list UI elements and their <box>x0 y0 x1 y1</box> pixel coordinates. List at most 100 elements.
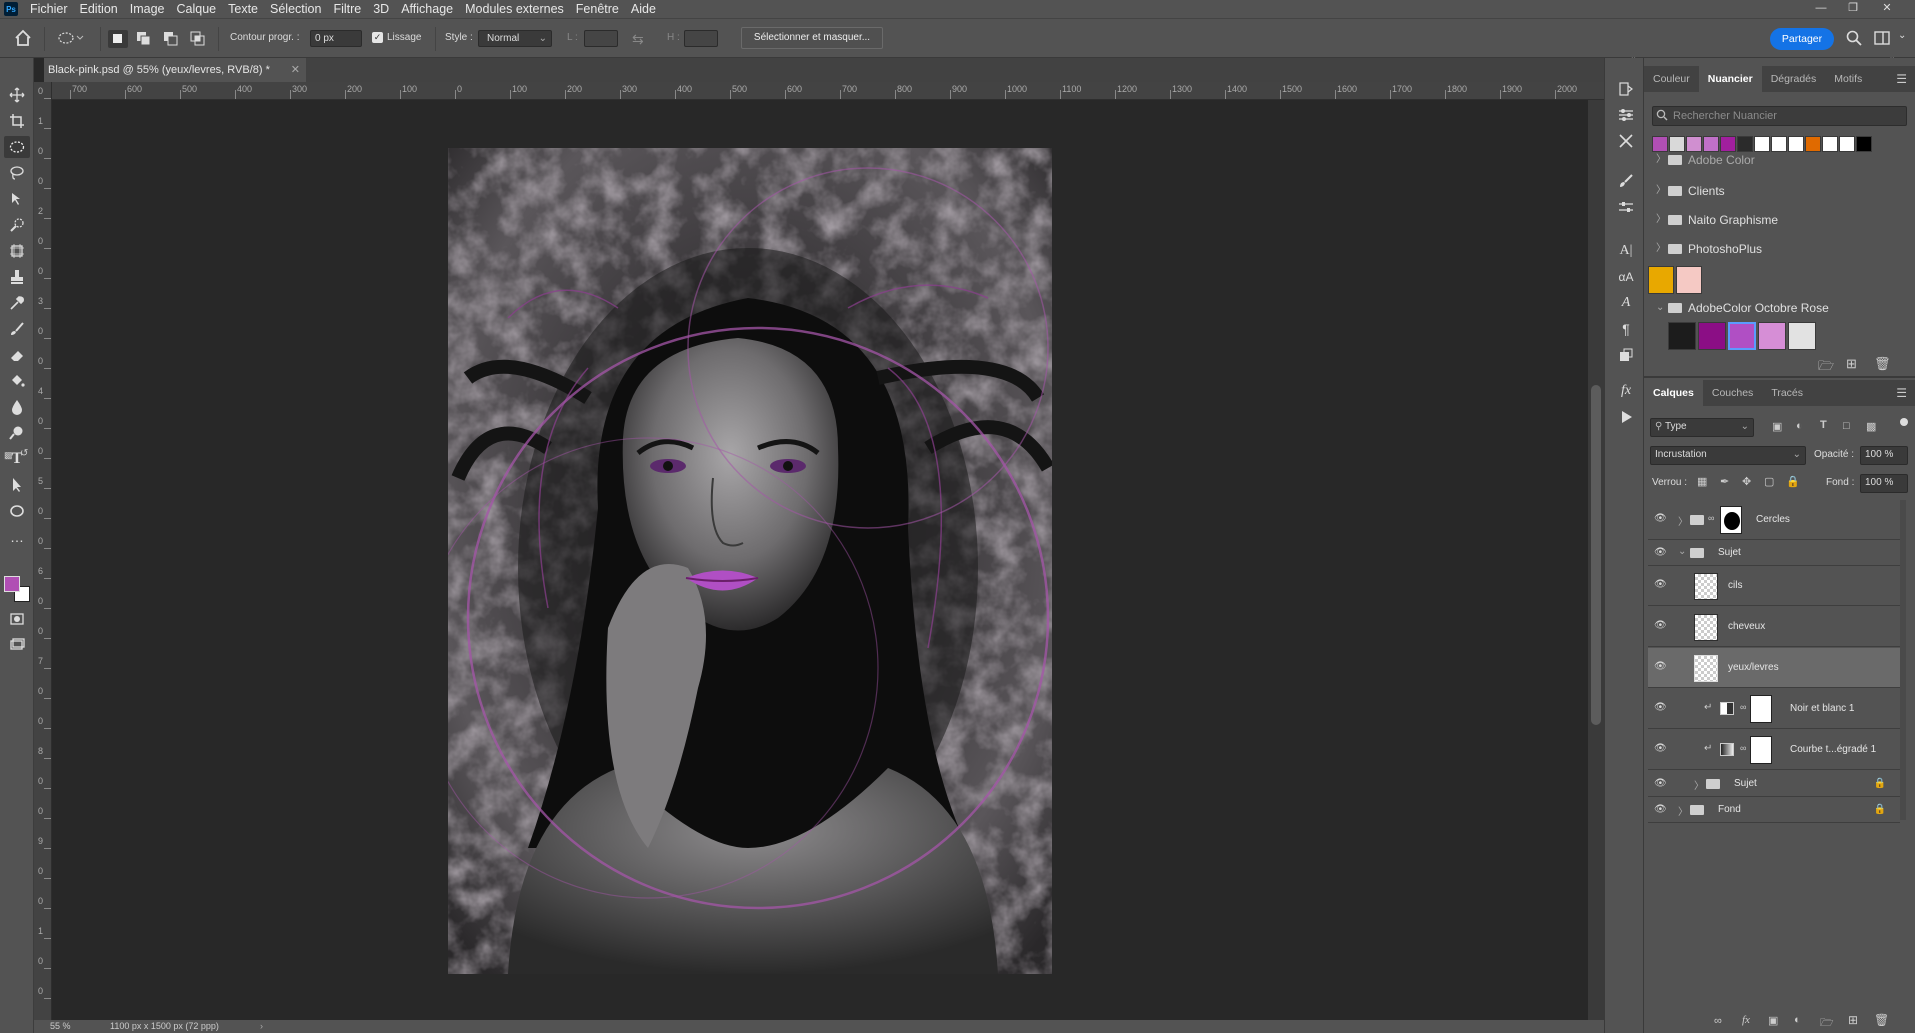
path-selection-tool-icon[interactable] <box>4 474 30 496</box>
visibility-eye-icon[interactable]: 👁 <box>1654 620 1668 634</box>
move-tool-icon[interactable] <box>4 84 30 106</box>
visibility-eye-icon[interactable]: 👁 <box>1654 579 1668 593</box>
color-swatch[interactable] <box>1758 322 1786 350</box>
chevron-right-icon[interactable]: 〉 <box>1678 803 1688 818</box>
new-layer-icon[interactable]: ⊞ <box>1848 1013 1858 1027</box>
minimize-icon[interactable]: — <box>1810 0 1832 16</box>
menu-edition[interactable]: Edition <box>74 0 124 18</box>
chevron-right-icon[interactable]: 〉 <box>1678 513 1688 528</box>
menu-image[interactable]: Image <box>124 0 171 18</box>
chevron-right-icon[interactable]: › <box>260 1020 263 1033</box>
quick-selection-tool-icon[interactable] <box>4 214 30 236</box>
glyphs-icon[interactable]: A <box>1615 292 1637 314</box>
menu-calque[interactable]: Calque <box>171 0 223 18</box>
ellipse-shape-tool-icon[interactable] <box>4 500 30 522</box>
blur-tool-icon[interactable] <box>4 396 30 418</box>
document-canvas[interactable] <box>448 148 1052 974</box>
filter-toggle-icon[interactable] <box>1900 418 1908 426</box>
tab-motifs[interactable]: Motifs <box>1825 66 1871 92</box>
tab-couches[interactable]: Couches <box>1703 380 1762 406</box>
recent-swatch[interactable] <box>1771 136 1787 152</box>
swatch-group-photoshoplus[interactable]: 〉 PhotoshoPlus <box>1648 235 1910 263</box>
recent-swatch[interactable] <box>1737 136 1753 152</box>
default-colors-icon[interactable]: ▩ <box>4 450 13 461</box>
layer-group-sujet[interactable]: 👁 ⌄ Sujet <box>1648 540 1900 566</box>
lock-position-icon[interactable]: ✥ <box>1742 475 1751 488</box>
home-icon[interactable] <box>14 29 32 50</box>
color-swatch[interactable] <box>1668 322 1696 350</box>
recent-swatch[interactable] <box>1720 136 1736 152</box>
layer-noir-et-blanc-1[interactable]: 👁 ↵ ∞ Noir et blanc 1 <box>1648 689 1900 729</box>
crop-tool-icon[interactable] <box>4 110 30 132</box>
vertical-scrollbar[interactable] <box>1588 100 1604 1020</box>
filter-shape-icon[interactable]: □ <box>1843 420 1850 432</box>
recent-swatch[interactable] <box>1839 136 1855 152</box>
adjustment-layer-icon[interactable]: ◐ <box>1794 1014 1801 1026</box>
foreground-color-swatch[interactable] <box>4 576 20 592</box>
height-input[interactable] <box>684 30 718 47</box>
new-selection-icon[interactable] <box>108 30 128 48</box>
delete-icon[interactable]: 🗑 <box>1874 356 1891 372</box>
paragraph-icon[interactable]: ¶ <box>1615 318 1637 340</box>
recent-swatch[interactable] <box>1669 136 1685 152</box>
color-swatch[interactable] <box>1728 322 1756 350</box>
visibility-eye-icon[interactable]: 👁 <box>1654 547 1668 561</box>
recent-swatch[interactable] <box>1754 136 1770 152</box>
tab-traces[interactable]: Tracés <box>1762 380 1812 406</box>
quick-mask-icon[interactable] <box>4 608 30 630</box>
color-swatch[interactable] <box>1788 322 1816 350</box>
close-tab-icon[interactable]: ✕ <box>291 58 300 82</box>
layer-group-fond[interactable]: 👁 〉 Fond 🔒 <box>1648 797 1900 823</box>
tab-couleur[interactable]: Couleur <box>1644 66 1699 92</box>
filter-adjustment-icon[interactable]: ◐ <box>1796 420 1803 432</box>
layer-cheveux[interactable]: 👁 cheveux <box>1648 607 1900 647</box>
layer-style-fx-icon[interactable]: fx <box>1742 1014 1750 1026</box>
select-and-mask-button[interactable]: Sélectionner et masquer... <box>741 27 883 49</box>
panel-menu-icon[interactable]: ☰ <box>1896 66 1907 92</box>
recent-swatch[interactable] <box>1686 136 1702 152</box>
swatch-group-clients[interactable]: 〉 Clients <box>1648 177 1910 205</box>
recent-swatch[interactable] <box>1703 136 1719 152</box>
brushes-icon[interactable] <box>1615 196 1637 218</box>
photoshop-logo-icon[interactable]: Ps <box>4 2 18 16</box>
more-tools-icon[interactable]: … <box>4 526 30 548</box>
elliptical-marquee-tool-icon[interactable] <box>4 136 30 158</box>
subtract-selection-icon[interactable] <box>163 31 179 50</box>
layer-filter-select[interactable]: ⚲ Type ⌄ <box>1650 418 1754 437</box>
brush-tool-icon[interactable] <box>4 318 30 340</box>
swatch-group-adobecolor-octobre-rose[interactable]: ⌄ AdobeColor Octobre Rose <box>1648 294 1910 322</box>
close-icon[interactable]: ✕ <box>1876 0 1898 16</box>
object-selection-tool-icon[interactable] <box>4 188 30 210</box>
lock-image-icon[interactable]: ✒ <box>1720 475 1729 488</box>
tools-preset-icon[interactable] <box>1615 130 1637 152</box>
menu-selection[interactable]: Sélection <box>264 0 327 18</box>
tab-calques[interactable]: Calques <box>1644 380 1703 406</box>
adjustments-icon[interactable] <box>1615 104 1637 126</box>
paint-bucket-tool-icon[interactable] <box>4 370 30 392</box>
color-swatch[interactable] <box>1698 322 1726 350</box>
styles-fx-icon[interactable]: fx <box>1615 380 1637 402</box>
color-swatch[interactable] <box>1648 266 1674 294</box>
tab-degrades[interactable]: Dégradés <box>1762 66 1826 92</box>
layer-courbe-degrade-1[interactable]: 👁 ↵ ∞ Courbe t...égradé 1 <box>1648 730 1900 770</box>
menu-modules-externes[interactable]: Modules externes <box>459 0 570 18</box>
menu-filtre[interactable]: Filtre <box>327 0 367 18</box>
chevron-down-icon[interactable]: ⌄ <box>1898 30 1906 41</box>
lock-all-icon[interactable]: 🔒 <box>1786 475 1800 488</box>
swap-colors-icon[interactable]: ↺ <box>20 448 28 459</box>
frame-tool-icon[interactable] <box>4 240 30 262</box>
character-styles-icon[interactable]: αA <box>1615 266 1637 288</box>
link-layers-icon[interactable]: ∞ <box>1714 1015 1722 1027</box>
menu-fichier[interactable]: Fichier <box>24 0 74 18</box>
dodge-tool-icon[interactable] <box>4 422 30 444</box>
chevron-down-icon[interactable]: ⌄ <box>1678 546 1686 557</box>
new-group-icon[interactable]: 🗁 <box>1820 1014 1834 1033</box>
zoom-level[interactable]: 55 % <box>50 1020 71 1033</box>
swap-dimensions-icon[interactable]: ⇆ <box>632 31 644 48</box>
stamp-tool-icon[interactable] <box>4 266 30 288</box>
visibility-eye-icon[interactable]: 👁 <box>1654 513 1668 527</box>
recent-swatch[interactable] <box>1822 136 1838 152</box>
layers-scrollbar[interactable] <box>1900 500 1906 820</box>
elliptical-marquee-preset-icon[interactable] <box>58 31 84 48</box>
recent-swatch[interactable] <box>1856 136 1872 152</box>
